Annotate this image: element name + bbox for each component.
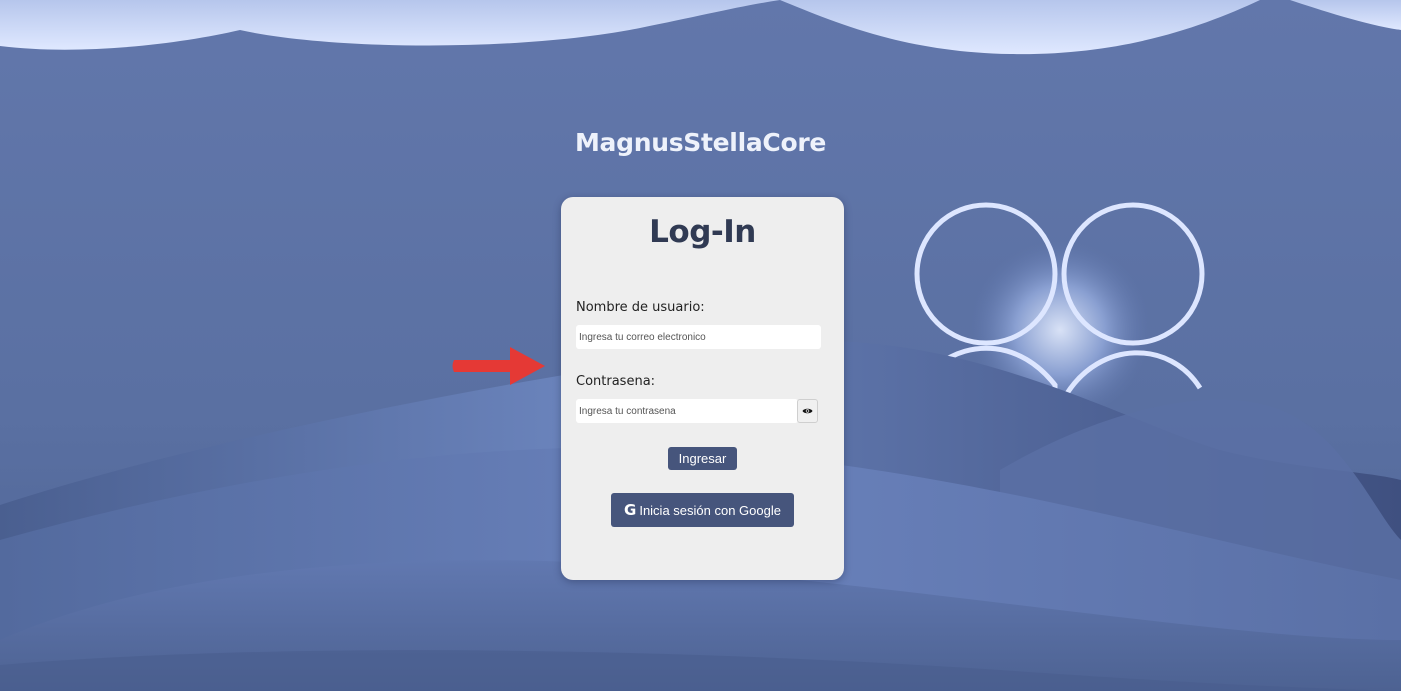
password-label: Contrasena: xyxy=(576,374,656,389)
username-label: Nombre de usuario: xyxy=(576,300,705,315)
login-heading: Log-In xyxy=(649,214,756,250)
login-submit-button[interactable]: Ingresar xyxy=(668,447,737,470)
google-signin-button[interactable]: G Inicia sesión con Google xyxy=(611,493,794,527)
app-title: MagnusStellaCore xyxy=(574,128,827,157)
annotation-arrow-icon xyxy=(452,347,545,385)
google-signin-label: Inicia sesión con Google xyxy=(639,502,781,518)
google-icon: G xyxy=(624,500,637,519)
password-input[interactable] xyxy=(576,399,798,423)
eye-icon xyxy=(802,408,813,414)
username-input[interactable] xyxy=(576,325,821,349)
login-card: Log-In Nombre de usuario: Contrasena: In… xyxy=(561,197,844,580)
toggle-password-button[interactable] xyxy=(797,399,818,423)
